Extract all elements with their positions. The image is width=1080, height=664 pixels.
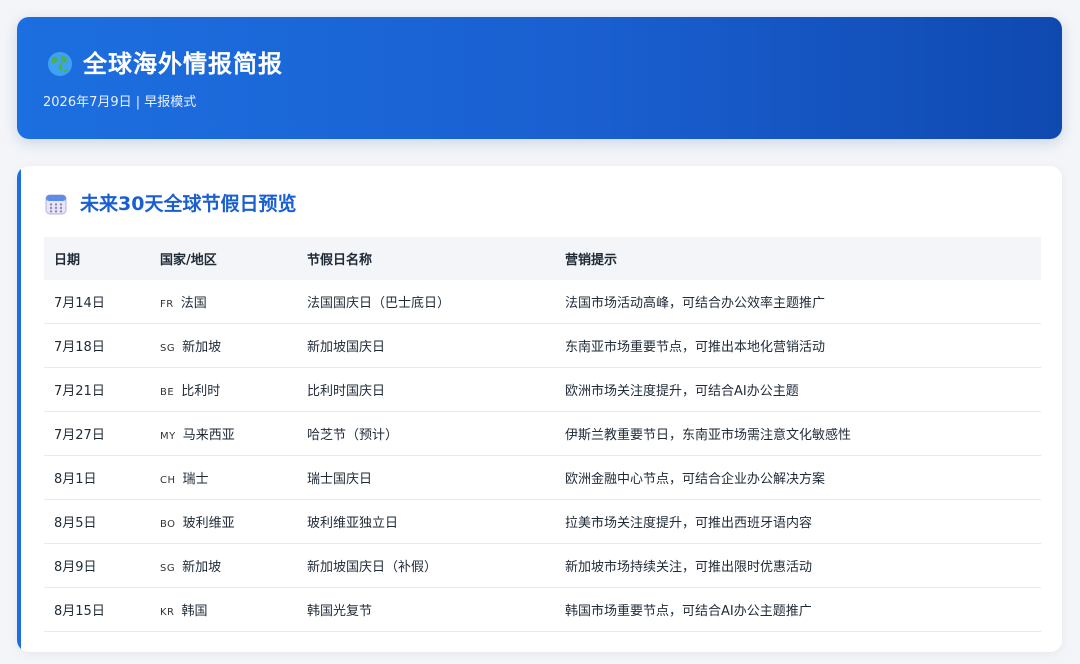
holiday-date: 7月21日 bbox=[44, 367, 150, 412]
marketing-tip: 韩国市场重要节点，可结合AI办公主题推广 bbox=[555, 587, 1041, 632]
marketing-tip: 新加坡市场持续关注，可推出限时优惠活动 bbox=[555, 543, 1041, 588]
holiday-date: 8月9日 bbox=[44, 543, 150, 588]
country-code: BE bbox=[160, 387, 175, 398]
holiday-name: 哈芝节（预计） bbox=[297, 411, 555, 456]
holiday-country: SG 新加坡 bbox=[150, 543, 297, 588]
page-subtitle: 2026年7月9日 | 早报模式 bbox=[43, 95, 197, 110]
country-name: 马来西亚 bbox=[182, 428, 235, 443]
marketing-tip: 欧洲市场关注度提升，可结合AI办公主题 bbox=[555, 367, 1041, 412]
globe-icon bbox=[48, 52, 72, 76]
card-accent-bar bbox=[17, 166, 21, 652]
marketing-tip: 欧洲金融中心节点，可结合企业办公解决方案 bbox=[555, 455, 1041, 500]
country-code: FR bbox=[160, 299, 174, 310]
marketing-tip: 拉美市场关注度提升，可推出西班牙语内容 bbox=[555, 499, 1041, 544]
marketing-tip: 伊斯兰教重要节日，东南亚市场需注意文化敏感性 bbox=[555, 411, 1041, 456]
table-row: 8月9日 SG 新加坡 新加坡国庆日（补假） 新加坡市场持续关注，可推出限时优惠活… bbox=[44, 543, 1041, 588]
holiday-date: 7月27日 bbox=[44, 411, 150, 456]
holiday-name: 韩国光复节 bbox=[297, 587, 555, 632]
holiday-date: 8月5日 bbox=[44, 499, 150, 544]
table-row: 7月21日 BE 比利时 比利时国庆日 欧洲市场关注度提升，可结合AI办公主题 bbox=[44, 367, 1041, 412]
holiday-name: 新加坡国庆日 bbox=[297, 323, 555, 368]
holiday-name: 比利时国庆日 bbox=[297, 367, 555, 412]
holiday-country: FR 法国 bbox=[150, 280, 297, 324]
holiday-name: 法国国庆日（巴士底日） bbox=[297, 280, 555, 324]
holiday-country: BO 玻利维亚 bbox=[150, 499, 297, 544]
holiday-name: 玻利维亚独立日 bbox=[297, 499, 555, 544]
column-header-tip: 营销提示 bbox=[565, 253, 618, 268]
country-name: 法国 bbox=[180, 296, 207, 311]
holiday-table: 日期 国家/地区 节假日名称 营销提示 7月14日 FR 法国 法国国庆日（巴士底… bbox=[44, 237, 1041, 632]
column-header-date: 日期 bbox=[54, 253, 81, 268]
table-row: 8月1日 CH 瑞士 瑞士国庆日 欧洲金融中心节点，可结合企业办公解决方案 bbox=[44, 455, 1041, 500]
table-row: 7月14日 FR 法国 法国国庆日（巴士底日） 法国市场活动高峰，可结合办公效率主… bbox=[44, 280, 1041, 324]
table-row: 8月5日 BO 玻利维亚 玻利维亚独立日 拉美市场关注度提升，可推出西班牙语内容 bbox=[44, 499, 1041, 544]
holiday-country: MY 马来西亚 bbox=[150, 411, 297, 456]
country-name: 玻利维亚 bbox=[182, 516, 235, 531]
country-name: 新加坡 bbox=[182, 340, 222, 355]
holiday-country: CH 瑞士 bbox=[150, 455, 297, 500]
country-code: BO bbox=[160, 519, 176, 530]
section-title: 未来30天全球节假日预览 bbox=[80, 193, 297, 215]
holiday-name: 新加坡国庆日（补假） bbox=[297, 543, 555, 588]
table-row: 8月15日 KR 韩国 韩国光复节 韩国市场重要节点，可结合AI办公主题推广 bbox=[44, 587, 1041, 632]
column-header-holiday: 节假日名称 bbox=[307, 253, 373, 268]
table-row: 7月18日 SG 新加坡 新加坡国庆日 东南亚市场重要节点，可推出本地化营销活动 bbox=[44, 323, 1041, 368]
holiday-date: 7月18日 bbox=[44, 323, 150, 368]
page-title: 全球海外情报简报 bbox=[83, 50, 283, 78]
country-code: KR bbox=[160, 607, 175, 618]
holiday-country: KR 韩国 bbox=[150, 587, 297, 632]
country-name: 比利时 bbox=[181, 384, 221, 399]
holiday-date: 8月1日 bbox=[44, 455, 150, 500]
briefing-header: 全球海外情报简报 2026年7月9日 | 早报模式 bbox=[17, 17, 1062, 139]
country-name: 韩国 bbox=[181, 604, 208, 619]
calendar-icon bbox=[45, 194, 67, 215]
country-name: 瑞士 bbox=[182, 472, 209, 487]
holiday-date: 8月15日 bbox=[44, 587, 150, 632]
country-code: SG bbox=[160, 563, 176, 574]
table-row: 7月27日 MY 马来西亚 哈芝节（预计） 伊斯兰教重要节日，东南亚市场需注意文化… bbox=[44, 411, 1041, 456]
country-code: SG bbox=[160, 343, 176, 354]
holiday-name: 瑞士国庆日 bbox=[297, 455, 555, 500]
holiday-country: SG 新加坡 bbox=[150, 323, 297, 368]
holiday-preview-card: 未来30天全球节假日预览 日期 国家/地区 节假日名称 营销提示 7月14日 F… bbox=[17, 166, 1062, 652]
country-code: MY bbox=[160, 431, 176, 442]
marketing-tip: 东南亚市场重要节点，可推出本地化营销活动 bbox=[555, 323, 1041, 368]
country-name: 新加坡 bbox=[182, 560, 222, 575]
holiday-date: 7月14日 bbox=[44, 280, 150, 324]
country-code: CH bbox=[160, 475, 176, 486]
table-header-row: 日期 国家/地区 节假日名称 营销提示 bbox=[44, 237, 1041, 280]
holiday-country: BE 比利时 bbox=[150, 367, 297, 412]
column-header-country: 国家/地区 bbox=[160, 253, 217, 268]
marketing-tip: 法国市场活动高峰，可结合办公效率主题推广 bbox=[555, 280, 1041, 324]
